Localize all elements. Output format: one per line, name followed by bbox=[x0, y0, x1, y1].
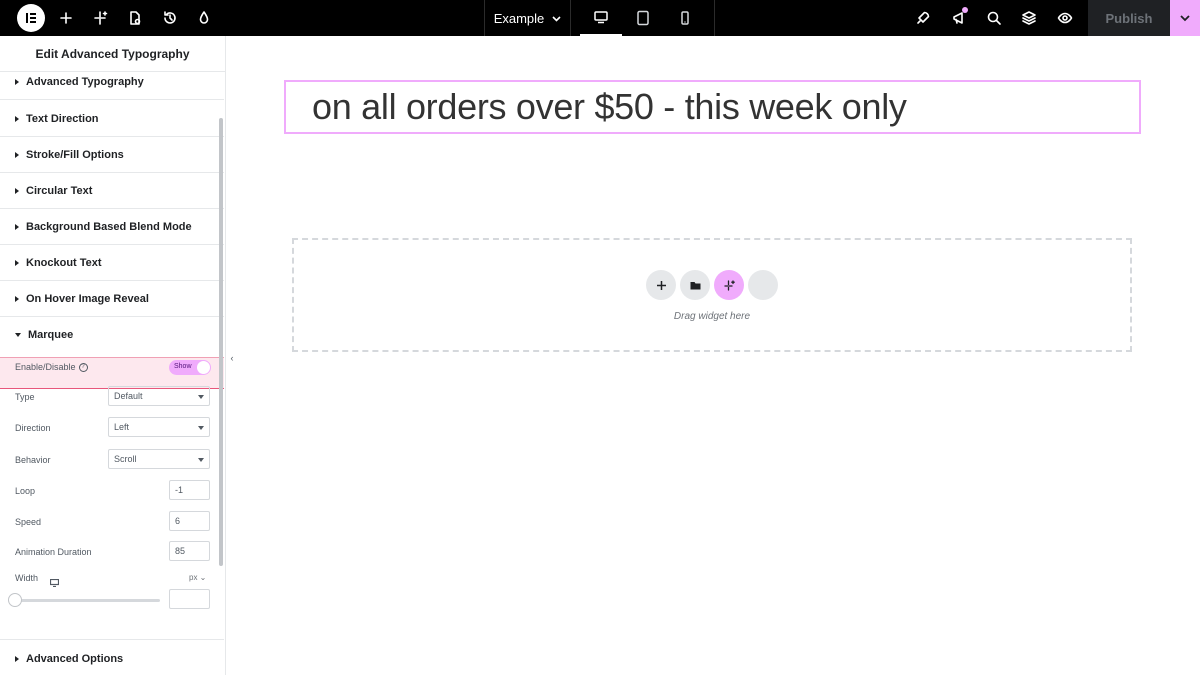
loop-label: Loop bbox=[15, 486, 36, 496]
behavior-label: Behavior bbox=[15, 455, 51, 465]
help-icon[interactable]: ? bbox=[78, 363, 88, 373]
caret-right-icon bbox=[15, 187, 19, 194]
speed-input[interactable]: 6 bbox=[169, 511, 210, 531]
top-bar: Example Publish bbox=[0, 0, 1200, 36]
caret-right-icon bbox=[15, 151, 19, 158]
empty-section-drop-zone[interactable] bbox=[292, 238, 1132, 352]
panel-scrollbar[interactable] bbox=[219, 118, 223, 566]
enable-disable-label: Enable/Disable? bbox=[15, 362, 88, 373]
rocket-icon[interactable] bbox=[905, 0, 941, 36]
section-text-direction[interactable]: Text Direction bbox=[0, 101, 224, 137]
section-label: Circular Text bbox=[26, 184, 93, 197]
tablet-icon[interactable] bbox=[622, 0, 664, 36]
ai-sparkle-icon[interactable] bbox=[83, 0, 119, 36]
width-label: Width bbox=[15, 573, 39, 583]
add-template-button[interactable] bbox=[680, 270, 710, 300]
section-label: Marquee bbox=[28, 329, 74, 341]
caret-right-icon bbox=[15, 295, 19, 302]
monitor-icon[interactable] bbox=[49, 574, 60, 592]
desktop-icon[interactable] bbox=[580, 0, 622, 36]
heading-text: on all orders over $50 - this week only bbox=[312, 86, 907, 127]
announcement-icon[interactable] bbox=[941, 0, 977, 36]
preview-eye-icon[interactable] bbox=[1047, 0, 1083, 36]
caret-down-icon bbox=[15, 333, 21, 337]
direction-select[interactable]: Left bbox=[108, 417, 210, 437]
editor-panel: Edit Advanced Typography Advanced Typogr… bbox=[0, 36, 226, 675]
direction-label: Direction bbox=[15, 423, 51, 433]
search-icon[interactable] bbox=[976, 0, 1012, 36]
section-label: Stroke/Fill Options bbox=[26, 148, 124, 161]
toggle-label: Show bbox=[174, 363, 192, 370]
section-label: Advanced Typography bbox=[26, 75, 144, 88]
chevron-down-icon bbox=[1180, 15, 1190, 22]
width-input[interactable] bbox=[169, 589, 210, 609]
behavior-select[interactable]: Scroll bbox=[108, 449, 210, 469]
section-knockout-text[interactable]: Knockout Text bbox=[0, 245, 224, 281]
ai-sparkle-icon bbox=[723, 279, 735, 291]
folder-icon bbox=[690, 281, 700, 289]
collapse-panel-button[interactable]: ‹ bbox=[226, 340, 238, 376]
history-icon[interactable] bbox=[152, 0, 188, 36]
width-slider-handle[interactable] bbox=[8, 593, 22, 607]
section-advanced-typography[interactable]: Advanced Typography bbox=[0, 64, 224, 100]
elementor-logo-icon[interactable] bbox=[17, 4, 45, 32]
add-section-button[interactable] bbox=[646, 270, 676, 300]
type-select[interactable]: Default bbox=[108, 386, 210, 406]
marquee-toggle[interactable]: Show bbox=[169, 360, 211, 375]
add-icon bbox=[656, 280, 666, 290]
drop-zone-hint: Drag widget here bbox=[673, 311, 751, 322]
caret-right-icon bbox=[15, 115, 19, 122]
document-name-dropdown[interactable]: Example bbox=[486, 0, 570, 36]
width-slider-track[interactable] bbox=[15, 599, 160, 602]
type-label: Type bbox=[15, 392, 35, 402]
add-extra-button[interactable] bbox=[748, 270, 778, 300]
chevron-down-icon bbox=[552, 15, 561, 22]
ai-generate-button[interactable] bbox=[714, 270, 744, 300]
section-background-blend-mode[interactable]: Background Based Blend Mode bbox=[0, 209, 224, 245]
add-icon[interactable] bbox=[48, 0, 84, 36]
caret-right-icon bbox=[15, 223, 19, 230]
duration-label: Animation Duration bbox=[15, 547, 92, 557]
caret-right-icon bbox=[15, 78, 19, 85]
mobile-icon[interactable] bbox=[664, 0, 706, 36]
section-circular-text[interactable]: Circular Text bbox=[0, 173, 224, 209]
section-hover-image-reveal[interactable]: On Hover Image Reveal bbox=[0, 281, 224, 317]
duration-input[interactable]: 85 bbox=[169, 541, 210, 561]
section-stroke-fill-options[interactable]: Stroke/Fill Options bbox=[0, 137, 224, 173]
loop-input[interactable]: -1 bbox=[169, 480, 210, 500]
document-name: Example bbox=[493, 10, 545, 26]
section-label: Advanced Options bbox=[26, 652, 124, 665]
toggle-knob bbox=[197, 361, 210, 374]
marquee-heading-widget[interactable]: on all orders over $50 - this week only bbox=[284, 80, 1141, 134]
section-label: Background Based Blend Mode bbox=[26, 220, 192, 233]
caret-right-icon bbox=[15, 655, 19, 662]
width-unit-select[interactable]: px ⌄ bbox=[189, 573, 206, 582]
caret-right-icon bbox=[15, 259, 19, 266]
notification-dot bbox=[962, 7, 968, 13]
section-marquee[interactable]: Marquee bbox=[0, 317, 224, 353]
section-advanced-options[interactable]: Advanced Options bbox=[0, 639, 224, 675]
publish-button[interactable]: Publish bbox=[1088, 0, 1170, 36]
page-settings-icon[interactable] bbox=[117, 0, 153, 36]
theme-style-icon[interactable] bbox=[186, 0, 222, 36]
publish-options-button[interactable] bbox=[1170, 0, 1200, 36]
section-label: On Hover Image Reveal bbox=[26, 292, 149, 305]
layers-icon[interactable] bbox=[1011, 0, 1047, 36]
speed-label: Speed bbox=[15, 517, 42, 527]
section-label: Text Direction bbox=[26, 112, 99, 125]
section-label: Knockout Text bbox=[26, 256, 102, 269]
